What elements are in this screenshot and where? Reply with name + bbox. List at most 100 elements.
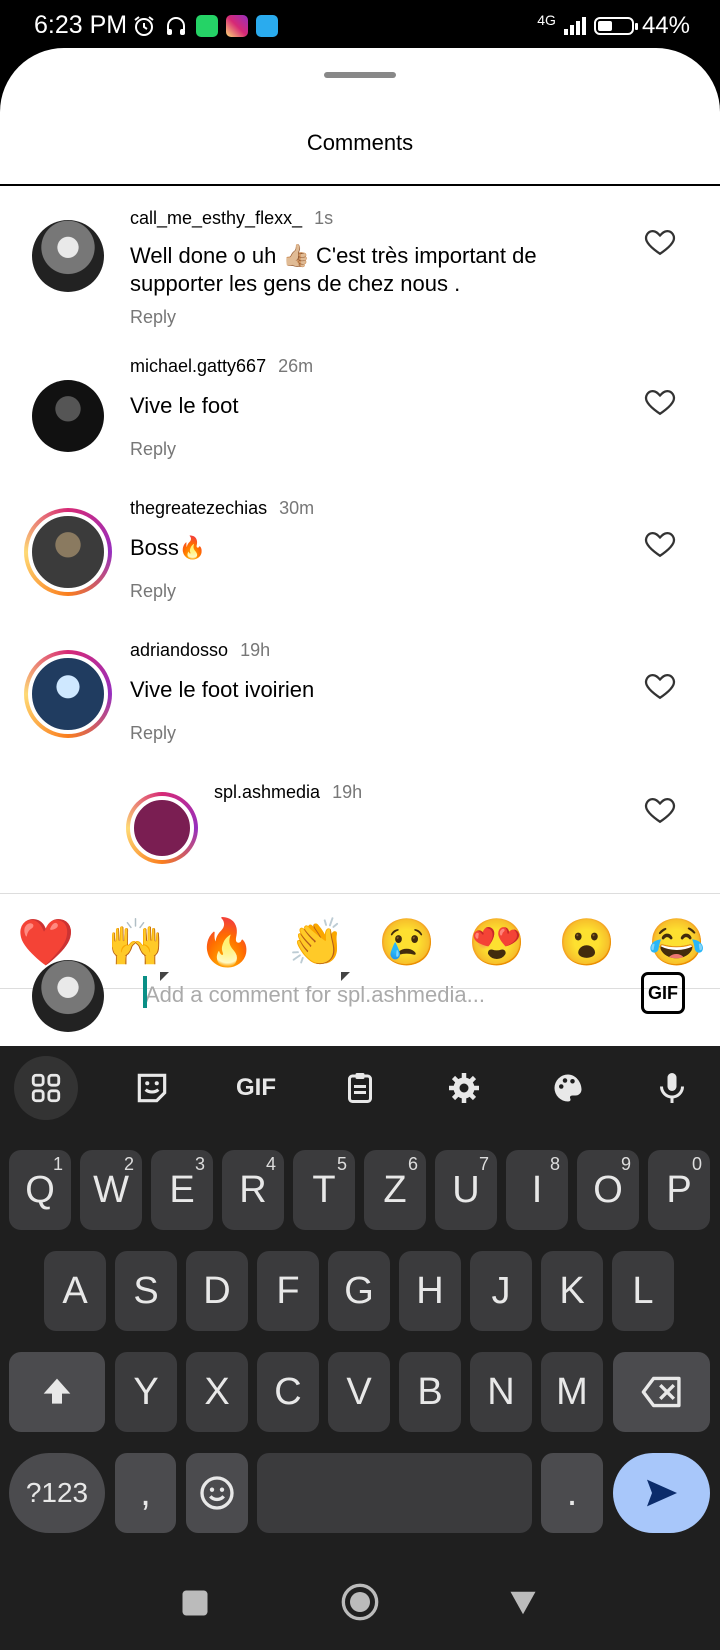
comments-list[interactable]: call_me_esthy_flexx_ 1s Well done o uh 👍🏼…	[0, 186, 720, 891]
comment-text: Well done o uh 👍🏼 C'est très important d…	[130, 243, 537, 296]
comments-sheet: Comments call_me_esthy_flexx_ 1s Well don…	[0, 48, 720, 1046]
comment-meta: call_me_esthy_flexx_ 1s	[130, 208, 333, 229]
headphones-icon	[167, 17, 185, 35]
comment-time: 19h	[240, 640, 271, 660]
key-z[interactable]: Z6	[364, 1150, 426, 1230]
key-t[interactable]: T5	[293, 1150, 355, 1230]
key-y[interactable]: Y	[115, 1352, 177, 1432]
key-b[interactable]: B	[399, 1352, 461, 1432]
home-circle-icon[interactable]	[340, 1582, 380, 1622]
send-icon	[646, 1479, 677, 1507]
reply-button[interactable]: Reply	[130, 439, 176, 460]
navigation-bar	[0, 1560, 720, 1650]
comment-meta: spl.ashmedia 19h	[214, 782, 362, 803]
key-d[interactable]: D	[186, 1251, 248, 1331]
sheet-title: Comments	[306, 130, 414, 155]
key-x[interactable]: X	[186, 1352, 248, 1432]
shift-key[interactable]	[9, 1352, 105, 1432]
comment-username[interactable]: spl.ashmedia	[214, 782, 320, 802]
space-key[interactable]	[257, 1453, 532, 1533]
avatar[interactable]	[32, 380, 104, 452]
mic-icon[interactable]	[640, 1056, 704, 1120]
alarm-icon	[134, 16, 154, 36]
comment-username[interactable]: thegreatezechias	[130, 498, 267, 518]
shift-icon	[43, 1378, 71, 1404]
palette-icon[interactable]	[536, 1056, 600, 1120]
apps-icon[interactable]	[14, 1056, 78, 1120]
battery-percent: 44%	[641, 12, 690, 39]
comment-meta: adriandosso 19h	[130, 640, 270, 661]
key-w[interactable]: W2	[80, 1150, 142, 1230]
key-e[interactable]: E3	[151, 1150, 213, 1230]
sticker-icon[interactable]	[120, 1056, 184, 1120]
status-time: 6:23 PM	[34, 11, 128, 39]
comment-meta: thegreatezechias 30m	[130, 498, 314, 519]
instagram-icon	[226, 15, 248, 37]
battery-fill	[597, 21, 613, 31]
key-r[interactable]: R4	[222, 1150, 284, 1230]
comment-text: Vive le foot	[130, 393, 239, 418]
heart-icon[interactable]	[643, 792, 677, 826]
comment-username[interactable]: call_me_esthy_flexx_	[130, 208, 302, 228]
key-k[interactable]: K	[541, 1251, 603, 1331]
key-h[interactable]: H	[399, 1251, 461, 1331]
status-right: 4G 44%	[537, 12, 690, 40]
symbols-key[interactable]: ?123	[9, 1453, 105, 1533]
backspace-key[interactable]	[613, 1352, 710, 1432]
key-n[interactable]: N	[470, 1352, 532, 1432]
emoji-smile-icon	[200, 1476, 234, 1510]
heart-icon[interactable]	[643, 668, 677, 702]
back-triangle-icon[interactable]	[506, 1588, 540, 1618]
key-j[interactable]: J	[470, 1251, 532, 1331]
telegram-icon	[256, 15, 278, 37]
key-c[interactable]: C	[257, 1352, 319, 1432]
text-cursor	[143, 976, 147, 1008]
reply-button[interactable]: Reply	[130, 581, 176, 602]
whatsapp-icon	[196, 15, 218, 37]
heart-icon[interactable]	[643, 526, 677, 560]
comment-input[interactable]	[143, 976, 617, 1014]
drag-handle[interactable]	[324, 72, 396, 78]
key-o[interactable]: O9	[577, 1150, 639, 1230]
settings-icon[interactable]	[432, 1056, 496, 1120]
reply-button[interactable]: Reply	[130, 307, 176, 328]
status-notification-icons	[132, 14, 278, 38]
key-g[interactable]: G	[328, 1251, 390, 1331]
gif-button[interactable]: GIF	[641, 972, 685, 1014]
emoji-key[interactable]	[186, 1453, 248, 1533]
key-a[interactable]: A	[44, 1251, 106, 1331]
key-i[interactable]: I8	[506, 1150, 568, 1230]
comment-username[interactable]: michael.gatty667	[130, 356, 266, 376]
key-q[interactable]: Q1	[9, 1150, 71, 1230]
comment-text: Boss🔥	[130, 535, 207, 560]
status-bar: 6:23 PM 4G 44%	[0, 0, 720, 52]
comma-key[interactable]: ,	[115, 1453, 176, 1533]
comment-username[interactable]: adriandosso	[130, 640, 228, 660]
heart-icon[interactable]	[643, 224, 677, 258]
key-m[interactable]: M	[541, 1352, 603, 1432]
signal-icon	[563, 17, 586, 35]
heart-icon[interactable]	[643, 384, 677, 418]
send-key[interactable]	[613, 1453, 710, 1533]
key-u[interactable]: U7	[435, 1150, 497, 1230]
comment-time: 30m	[279, 498, 315, 518]
key-f[interactable]: F	[257, 1251, 319, 1331]
key-v[interactable]: V	[328, 1352, 390, 1432]
avatar-story[interactable]	[24, 508, 112, 596]
key-s[interactable]: S	[115, 1251, 177, 1331]
backspace-icon	[641, 1376, 681, 1408]
gif-icon[interactable]: GIF	[224, 1056, 288, 1120]
comment-meta: michael.gatty667 26m	[130, 356, 313, 377]
avatar-story[interactable]	[24, 650, 112, 738]
avatar-story[interactable]	[126, 792, 198, 864]
clipboard-icon[interactable]	[328, 1056, 392, 1120]
key-l[interactable]: L	[612, 1251, 674, 1331]
key-p[interactable]: P0	[648, 1150, 710, 1230]
avatar[interactable]	[32, 220, 104, 292]
period-key[interactable]: .	[541, 1453, 603, 1533]
recents-square-icon[interactable]	[180, 1588, 210, 1618]
reply-button[interactable]: Reply	[130, 723, 176, 744]
comment-time: 26m	[278, 356, 314, 376]
battery-icon	[593, 17, 638, 35]
comment-composer: GIF	[0, 944, 720, 1046]
